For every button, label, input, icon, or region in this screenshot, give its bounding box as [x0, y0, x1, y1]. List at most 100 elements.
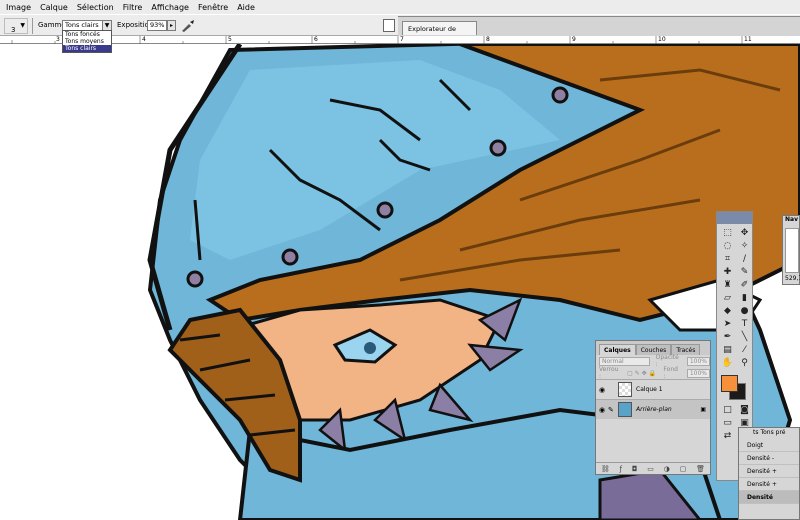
range-select-value: Tons clairs [65, 21, 99, 29]
eraser-tool-icon[interactable]: ▱ [721, 293, 734, 304]
tab-presets[interactable]: Tons pré [760, 429, 785, 439]
tab-file-browser[interactable]: Explorateur de fichiers [402, 21, 477, 47]
history-item-label: Densité + [747, 467, 777, 475]
range-option-highlights[interactable]: Tons clairs [63, 45, 111, 52]
ruler-label: 5 [228, 36, 232, 43]
airbrush-icon[interactable] [180, 19, 196, 33]
history-item[interactable]: Densité [739, 491, 799, 504]
lock-icons[interactable]: ▢ ✎ ✥ 🔒 [627, 370, 657, 377]
menu-fenetre[interactable]: Fenêtre [198, 3, 228, 12]
foreground-color-swatch[interactable] [721, 375, 738, 392]
hand-tool-icon[interactable]: ✋ [721, 358, 734, 369]
range-dropdown-list: Tons foncés Tons moyens Tons clairs [62, 30, 112, 53]
tab-navigator[interactable]: Nav [783, 216, 799, 226]
mask-icon[interactable]: ◘ [632, 465, 638, 473]
layer-thumbnail [618, 382, 632, 397]
new-layer-icon[interactable]: ▢ [680, 465, 687, 473]
navigator-zoom[interactable]: 529,7 [783, 273, 800, 282]
history-item-label: Densité + [747, 480, 777, 488]
screen-mode-icon[interactable]: ▭ [721, 418, 734, 429]
navigator-preview[interactable] [785, 228, 799, 273]
navigator-panel: Nav 529,7 [782, 215, 800, 285]
eyedropper-icon[interactable]: ⁄ [738, 345, 751, 356]
layer-name: Calque 1 [636, 386, 663, 393]
menu-affichage[interactable]: Affichage [151, 3, 189, 12]
ruler-label: 7 [400, 36, 404, 43]
blur-tool-icon[interactable]: ◆ [721, 306, 734, 317]
brush-size-value: 3 [11, 26, 16, 34]
ruler-label: 4 [142, 36, 146, 43]
history-item-label: Densité [747, 493, 773, 501]
type-tool-icon[interactable]: T [738, 319, 751, 330]
lock-row: Verrou : ▢ ✎ ✥ 🔒 Fond : 100% [596, 366, 710, 380]
clone-stamp-icon[interactable]: ♜ [721, 280, 734, 291]
gradient-tool-icon[interactable]: ▮ [738, 293, 751, 304]
layer-name: Arrière-plan [636, 406, 672, 413]
lock-label: Verrou : [599, 366, 619, 380]
group-icon[interactable]: ▭ [647, 465, 654, 473]
path-select-icon[interactable]: ➤ [721, 319, 734, 330]
layer-row[interactable]: ◉ ✎ Arrière-plan ▣ [596, 399, 710, 419]
ruler-label: 8 [486, 36, 490, 43]
dodge-tool-icon[interactable]: ● [738, 306, 751, 317]
fill-input[interactable]: 100% [686, 368, 710, 378]
link-layers-icon[interactable]: ⛓ [601, 465, 610, 473]
ruler-label: 3 [56, 36, 60, 43]
slice-tool-icon[interactable]: ∕ [738, 254, 751, 265]
layers-panel-tabs: Calques Couches Tracés [596, 341, 710, 355]
history-item[interactable]: Densité + [739, 478, 799, 491]
ruler-label: 9 [572, 36, 576, 43]
menu-filtre[interactable]: Filtre [123, 3, 143, 12]
adjustment-layer-icon[interactable]: ◑ [664, 465, 670, 473]
layer-style-icon[interactable]: ƒ [620, 465, 622, 473]
lock-icon: ▣ [700, 406, 706, 413]
eye-icon[interactable]: ◉ [596, 386, 608, 394]
blend-mode-select[interactable]: Normal [599, 356, 650, 366]
magic-wand-icon[interactable]: ✧ [738, 241, 751, 252]
color-swatches [717, 373, 752, 403]
palette-well-icon[interactable] [383, 19, 395, 32]
separator [32, 18, 33, 34]
menu-calque[interactable]: Calque [40, 3, 68, 12]
layer-thumbnail [618, 402, 632, 417]
menu-selection[interactable]: Sélection [77, 3, 114, 12]
history-item[interactable]: Densité + [739, 465, 799, 478]
brush-preset-picker[interactable]: 3 ▼ [4, 18, 28, 34]
history-item[interactable]: Densité - [739, 452, 799, 465]
eye-icon[interactable]: ◉ [596, 406, 608, 414]
notes-tool-icon[interactable]: ▤ [721, 345, 734, 356]
brush-icon: ✎ [608, 405, 614, 414]
range-option-midtones[interactable]: Tons moyens [63, 38, 111, 45]
opacity-input[interactable]: 100% [686, 356, 710, 366]
layer-row[interactable]: ◉ Calque 1 [596, 379, 710, 399]
lasso-tool-icon[interactable]: ◌ [721, 241, 734, 252]
history-panel: ts Tons pré Doigt Densité - Densité + De… [738, 427, 800, 520]
quick-mask-icon[interactable]: ◙ [738, 405, 751, 416]
horizontal-ruler: 3 4 5 6 7 8 9 10 11 [0, 36, 800, 44]
jump-to-imageready-icon[interactable]: ⇄ [721, 431, 734, 442]
shape-tool-icon[interactable]: ╲ [738, 332, 751, 343]
toolbox-header[interactable] [717, 212, 752, 224]
exposure-value: 93% [150, 21, 165, 29]
tab-partial[interactable]: ts [753, 429, 758, 439]
history-brush-icon[interactable]: ✐ [738, 280, 751, 291]
standard-mode-icon[interactable]: □ [721, 405, 734, 416]
exposure-input[interactable]: 93% [147, 20, 167, 31]
history-item-label: Densité - [747, 454, 775, 462]
healing-brush-icon[interactable]: ✚ [721, 267, 734, 278]
history-item[interactable]: Doigt [739, 439, 799, 452]
pen-tool-icon[interactable]: ✒ [721, 332, 734, 343]
exposure-stepper[interactable]: ▸ [167, 20, 176, 31]
tab-layers[interactable]: Calques [599, 344, 636, 355]
fill-label: Fond : [663, 366, 678, 380]
menu-aide[interactable]: Aide [237, 3, 255, 12]
crop-tool-icon[interactable]: ⌗ [721, 254, 734, 265]
palette-well: Explorateur de fichiers [398, 16, 800, 47]
range-option-shadows[interactable]: Tons foncés [63, 31, 111, 38]
zoom-tool-icon[interactable]: ⚲ [738, 358, 751, 369]
move-tool-icon[interactable]: ✥ [738, 228, 751, 239]
brush-tool-icon[interactable]: ✎ [738, 267, 751, 278]
marquee-tool-icon[interactable]: ⬚ [721, 228, 734, 239]
menu-image[interactable]: Image [6, 3, 31, 12]
trash-icon[interactable]: 🗑 [696, 465, 705, 473]
